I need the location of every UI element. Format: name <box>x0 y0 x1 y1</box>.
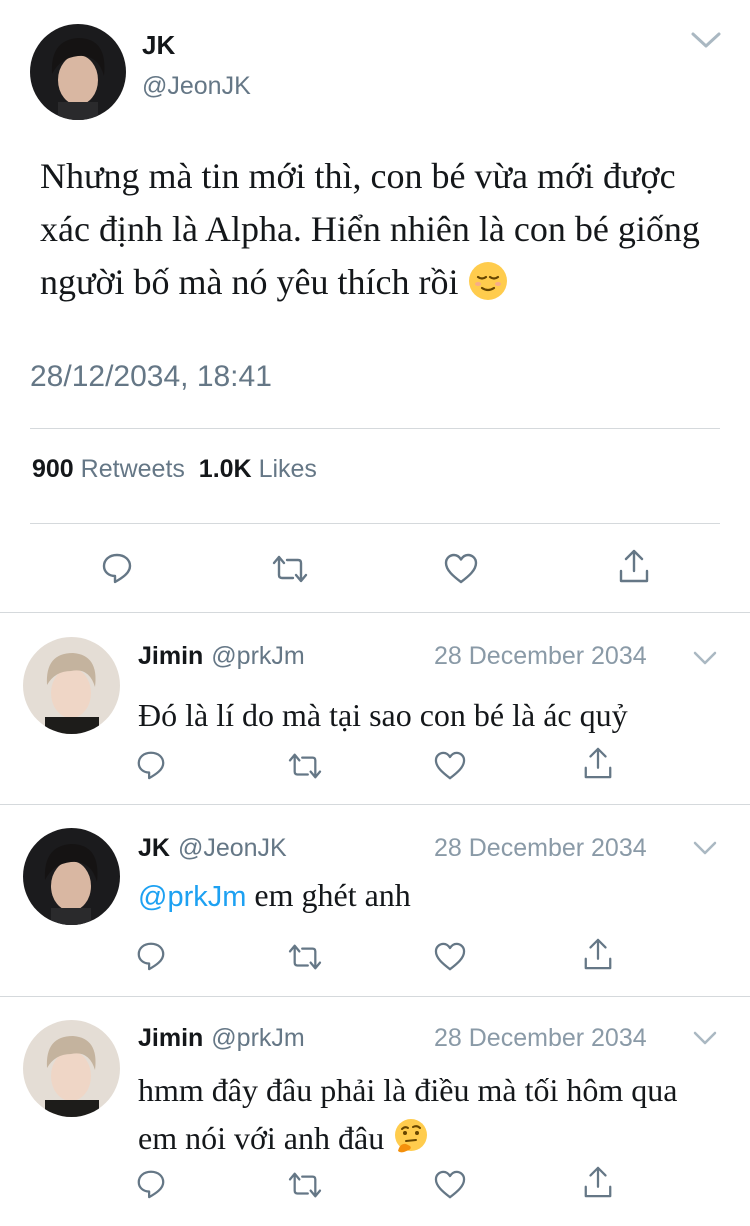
likes-label[interactable]: Likes <box>259 455 317 483</box>
author-name[interactable]: JK <box>142 30 175 61</box>
share-icon[interactable] <box>582 1164 614 1200</box>
like-icon[interactable] <box>433 942 467 972</box>
retweets-label[interactable]: Retweets <box>81 455 185 483</box>
reply-icon[interactable] <box>100 551 134 585</box>
tweet-timestamp: 28/12/2034, 18:41 <box>30 360 272 393</box>
relieved-face-emoji <box>467 260 509 317</box>
reply-tweet[interactable]: Jimin @prkJm 28 December 2034 hmm đây đâu… <box>0 996 750 1226</box>
share-icon[interactable] <box>617 547 651 585</box>
reply-author-name[interactable]: Jimin <box>138 642 203 670</box>
reply-author-handle[interactable]: @prkJm <box>211 642 304 670</box>
reply-text: @prkJm em ghét anh <box>138 871 738 921</box>
reply-text: hmm đây đâu phải là điều mà tối hôm qua … <box>138 1066 698 1168</box>
reply-author-name[interactable]: JK <box>138 834 170 862</box>
tweet-text-content: Nhưng mà tin mới thì, con bé vừa mới đượ… <box>40 156 700 302</box>
reply-icon[interactable] <box>135 940 167 972</box>
likes-count[interactable]: 1.0K <box>199 455 252 483</box>
chevron-down-icon[interactable] <box>692 1030 718 1046</box>
avatar-jk[interactable] <box>30 24 126 120</box>
chevron-down-icon[interactable] <box>692 650 718 666</box>
avatar-jimin[interactable] <box>23 1020 120 1117</box>
retweet-icon[interactable] <box>287 751 323 781</box>
mention-link[interactable]: @prkJm <box>138 881 246 913</box>
retweet-icon[interactable] <box>287 1170 323 1200</box>
share-icon[interactable] <box>582 745 614 781</box>
reply-author-handle[interactable]: @JeonJK <box>178 834 287 862</box>
reply-tweet[interactable]: JK @JeonJK 28 December 2034 @prkJm em ghé… <box>0 804 750 996</box>
like-icon[interactable] <box>443 553 479 585</box>
reply-date: 28 December 2034 <box>434 642 647 670</box>
author-handle[interactable]: @JeonJK <box>142 72 251 101</box>
retweet-icon[interactable] <box>287 942 323 972</box>
chevron-down-icon[interactable] <box>692 840 718 856</box>
avatar-jimin[interactable] <box>23 637 120 734</box>
avatar-jk[interactable] <box>23 828 120 925</box>
thinking-face-emoji <box>392 1117 430 1168</box>
reply-text-content: em ghét anh <box>254 877 411 913</box>
reply-date: 28 December 2034 <box>434 834 647 862</box>
reply-date: 28 December 2034 <box>434 1024 647 1052</box>
divider <box>30 428 720 429</box>
retweets-count[interactable]: 900 <box>32 455 74 483</box>
reply-icon[interactable] <box>135 749 167 781</box>
reply-author-name[interactable]: Jimin <box>138 1024 203 1052</box>
tweet-stats: 900 Retweets 1.0K Likes <box>32 455 317 484</box>
reply-author[interactable]: Jimin @prkJm <box>138 642 305 671</box>
share-icon[interactable] <box>582 936 614 972</box>
tweet-text: Nhưng mà tin mới thì, con bé vừa mới đượ… <box>40 150 730 317</box>
like-icon[interactable] <box>433 751 467 781</box>
main-tweet: JK @JeonJK Nhưng mà tin mới thì, con bé … <box>0 0 750 612</box>
reply-author[interactable]: Jimin @prkJm <box>138 1024 305 1053</box>
retweet-icon[interactable] <box>271 553 309 585</box>
like-icon[interactable] <box>433 1170 467 1200</box>
chevron-down-icon[interactable] <box>690 30 722 50</box>
reply-tweet[interactable]: Jimin @prkJm 28 December 2034 Đó là lí do… <box>0 612 750 804</box>
reply-icon[interactable] <box>135 1168 167 1200</box>
divider <box>30 523 720 524</box>
reply-author[interactable]: JK @JeonJK <box>138 834 287 863</box>
reply-text: Đó là lí do mà tại sao con bé là ác quỷ <box>138 697 628 733</box>
reply-author-handle[interactable]: @prkJm <box>211 1024 304 1052</box>
